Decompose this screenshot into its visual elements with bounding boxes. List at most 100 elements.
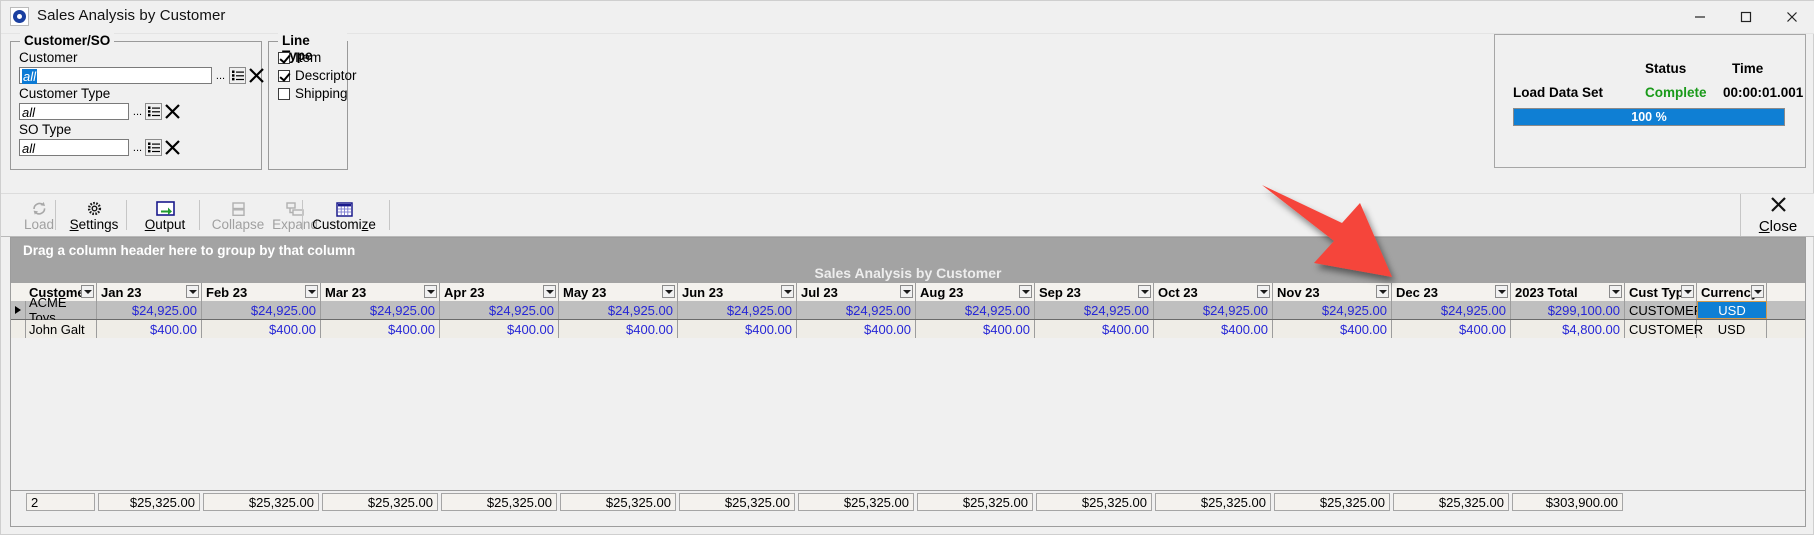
filter-dropdown-icon[interactable]: [900, 285, 913, 298]
footer-cell-jul-23: $25,325.00: [798, 493, 914, 511]
filter-dropdown-icon[interactable]: [543, 285, 556, 298]
customer-type-list-icon[interactable]: [145, 103, 162, 120]
so-type-list-icon[interactable]: [145, 139, 162, 156]
column-header-feb-23[interactable]: Feb 23: [202, 283, 321, 301]
customer-type-input[interactable]: all: [19, 103, 129, 120]
filter-dropdown-icon[interactable]: [1376, 285, 1389, 298]
filter-dropdown-icon[interactable]: [1751, 285, 1764, 298]
output-button[interactable]: Output: [127, 194, 203, 236]
cell-customer[interactable]: John Galt: [25, 320, 97, 338]
cell-apr-23[interactable]: $400.00: [440, 320, 559, 338]
customer-list-icon[interactable]: [229, 67, 246, 84]
column-header-nov-23[interactable]: Nov 23: [1273, 283, 1392, 301]
filter-dropdown-icon[interactable]: [305, 285, 318, 298]
footer-cell-mar-23: $25,325.00: [322, 493, 438, 511]
filter-dropdown-icon[interactable]: [1609, 285, 1622, 298]
checkbox-descriptor-box[interactable]: [278, 69, 290, 82]
so-type-clear-icon[interactable]: [163, 138, 182, 157]
customer-label: Customer: [19, 50, 78, 65]
cell-jan-23[interactable]: $24,925.00: [97, 301, 202, 319]
filter-dropdown-icon[interactable]: [1495, 285, 1508, 298]
so-type-input[interactable]: all: [19, 139, 129, 156]
column-header-may-23[interactable]: May 23: [559, 283, 678, 301]
cell-currency[interactable]: USD: [1697, 320, 1767, 338]
app-icon: [10, 7, 29, 26]
customer-clear-icon[interactable]: [247, 66, 266, 85]
cell-customer[interactable]: ACME Toys: [25, 295, 97, 325]
elapsed-time: 00:00:01.001: [1723, 85, 1804, 100]
maximize-icon[interactable]: [1723, 1, 1769, 33]
cell-dec-23[interactable]: $400.00: [1392, 320, 1511, 338]
cell-may-23[interactable]: $400.00: [559, 320, 678, 338]
checkbox-item-box[interactable]: [278, 51, 290, 64]
column-header-jan-23[interactable]: Jan 23: [97, 283, 202, 301]
customize-button[interactable]: Customize: [303, 194, 385, 236]
cell-jan-23[interactable]: $400.00: [97, 320, 202, 338]
customer-so-legend: Customer/SO: [20, 33, 115, 48]
column-header-mar-23[interactable]: Mar 23: [321, 283, 440, 301]
column-header-dec-23[interactable]: Dec 23: [1392, 283, 1511, 301]
cell-jun-23[interactable]: $400.00: [678, 320, 797, 338]
close-icon[interactable]: [1769, 1, 1814, 33]
cell-2023-total[interactable]: $4,800.00: [1511, 320, 1625, 338]
cell-may-23[interactable]: $24,925.00: [559, 301, 678, 319]
export-icon: [155, 198, 175, 217]
customer-type-clear-icon[interactable]: [163, 102, 182, 121]
cell-cust-type[interactable]: CUSTOMER: [1625, 301, 1703, 319]
checkbox-shipping[interactable]: Shipping: [278, 86, 348, 101]
filter-dropdown-icon[interactable]: [662, 285, 675, 298]
cell-oct-23[interactable]: $24,925.00: [1154, 301, 1273, 319]
cell-nov-23[interactable]: $400.00: [1273, 320, 1392, 338]
column-header-aug-23[interactable]: Aug 23: [916, 283, 1035, 301]
time-column-header: Time: [1732, 61, 1764, 76]
settings-button[interactable]: Settings: [56, 194, 132, 236]
so-type-ellipsis-button[interactable]: ...: [129, 139, 146, 156]
cell-oct-23[interactable]: $400.00: [1154, 320, 1273, 338]
customer-input[interactable]: all: [19, 67, 212, 84]
filter-dropdown-icon[interactable]: [1019, 285, 1032, 298]
close-button[interactable]: Close: [1740, 194, 1814, 236]
table-row[interactable]: John Galt $400.00 $400.00 $400.00 $400.00 $40…: [11, 320, 1805, 338]
cell-aug-23[interactable]: $24,925.00: [916, 301, 1035, 319]
status-badge: Complete: [1645, 85, 1707, 100]
filter-dropdown-icon[interactable]: [424, 285, 437, 298]
cell-apr-23[interactable]: $24,925.00: [440, 301, 559, 319]
cell-nov-23[interactable]: $24,925.00: [1273, 301, 1392, 319]
cell-jun-23[interactable]: $24,925.00: [678, 301, 797, 319]
table-row[interactable]: ACME Toys $24,925.00 $24,925.00 $24,925.00 $…: [11, 295, 1805, 325]
cell-cust-type[interactable]: CUSTOMER: [1625, 320, 1703, 338]
column-header-sep-23[interactable]: Sep 23: [1035, 283, 1154, 301]
minimize-icon[interactable]: [1677, 1, 1723, 33]
column-header-currency[interactable]: Currency: [1697, 283, 1767, 301]
group-by-drop-area[interactable]: Drag a column header here to group by th…: [11, 238, 1805, 262]
cell-2023-total[interactable]: $299,100.00: [1511, 301, 1625, 319]
cell-dec-23[interactable]: $24,925.00: [1392, 301, 1511, 319]
column-header-2023-total[interactable]: 2023 Total: [1511, 283, 1625, 301]
cell-aug-23[interactable]: $400.00: [916, 320, 1035, 338]
cell-mar-23[interactable]: $400.00: [321, 320, 440, 338]
cell-currency[interactable]: USD: [1697, 301, 1767, 319]
filter-dropdown-icon[interactable]: [781, 285, 794, 298]
filter-dropdown-icon[interactable]: [1138, 285, 1151, 298]
cell-mar-23[interactable]: $24,925.00: [321, 301, 440, 319]
checkbox-descriptor[interactable]: Descriptor: [278, 68, 357, 83]
cell-feb-23[interactable]: $400.00: [202, 320, 321, 338]
column-header-jun-23[interactable]: Jun 23: [678, 283, 797, 301]
filter-dropdown-icon[interactable]: [1681, 285, 1694, 298]
filter-dropdown-icon[interactable]: [186, 285, 199, 298]
customer-ellipsis-button[interactable]: ...: [212, 67, 229, 84]
column-header-apr-23[interactable]: Apr 23: [440, 283, 559, 301]
filter-dropdown-icon[interactable]: [1257, 285, 1270, 298]
column-header-oct-23[interactable]: Oct 23: [1154, 283, 1273, 301]
column-header-jul-23[interactable]: Jul 23: [797, 283, 916, 301]
cell-feb-23[interactable]: $24,925.00: [202, 301, 321, 319]
cell-jul-23[interactable]: $400.00: [797, 320, 916, 338]
cell-jul-23[interactable]: $24,925.00: [797, 301, 916, 319]
customer-type-ellipsis-button[interactable]: ...: [129, 103, 146, 120]
close-button-label: Close: [1758, 217, 1798, 235]
column-header-cust-type[interactable]: Cust Type: [1625, 283, 1697, 301]
checkbox-item[interactable]: Item: [278, 50, 321, 65]
checkbox-shipping-box[interactable]: [278, 87, 290, 100]
cell-sep-23[interactable]: $24,925.00: [1035, 301, 1154, 319]
cell-sep-23[interactable]: $400.00: [1035, 320, 1154, 338]
